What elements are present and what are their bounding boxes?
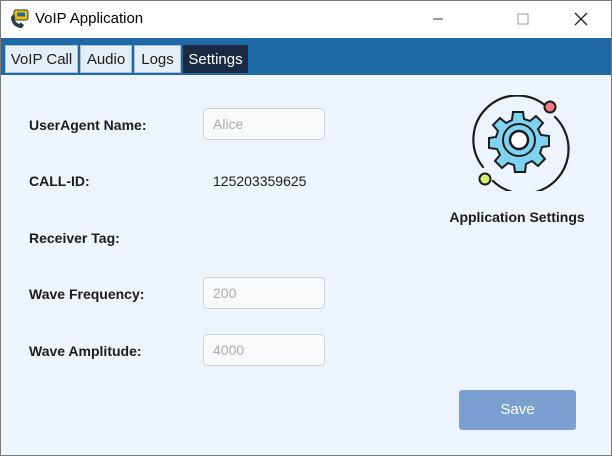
window-title: VoIP Application xyxy=(35,10,144,27)
wave-frequency-label: Wave Frequency: xyxy=(29,286,145,302)
close-button[interactable] xyxy=(558,1,604,37)
wave-frequency-input[interactable]: 200 xyxy=(203,277,325,309)
voip-phone-app-icon xyxy=(11,9,29,28)
settings-gear-icon xyxy=(472,95,570,191)
minimize-button[interactable] xyxy=(415,1,461,37)
tab-settings[interactable]: Settings xyxy=(183,45,248,73)
settings-panel: UserAgent Name: Alice CALL-ID: 125203359… xyxy=(1,75,611,455)
useragent-name-label: UserAgent Name: xyxy=(29,117,147,133)
save-button[interactable]: Save xyxy=(459,390,576,430)
application-settings-caption: Application Settings xyxy=(449,209,585,225)
call-id-label: CALL-ID: xyxy=(29,173,90,189)
tab-logs[interactable]: Logs xyxy=(134,45,181,73)
close-icon xyxy=(574,12,588,26)
useragent-name-input[interactable]: Alice xyxy=(203,108,325,140)
wave-amplitude-label: Wave Amplitude: xyxy=(29,343,142,359)
maximize-button[interactable] xyxy=(500,1,546,37)
call-id-value: 125203359625 xyxy=(213,173,307,189)
tab-bar: VoIP Call Audio Logs Settings xyxy=(1,38,611,75)
tab-voip-call[interactable]: VoIP Call xyxy=(5,45,78,73)
wave-amplitude-input[interactable]: 4000 xyxy=(203,334,325,366)
title-bar[interactable]: VoIP Application xyxy=(1,1,611,37)
app-window: VoIP Application VoIP Call Audio Logs Se… xyxy=(0,0,612,456)
minimize-icon xyxy=(433,18,443,20)
receiver-tag-label: Receiver Tag: xyxy=(29,230,120,246)
maximize-icon xyxy=(517,13,529,25)
tab-audio[interactable]: Audio xyxy=(80,45,132,73)
